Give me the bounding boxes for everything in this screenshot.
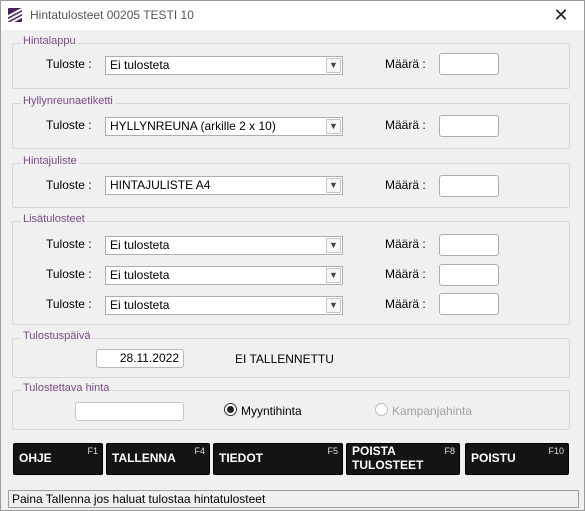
maara-label: Määrä : bbox=[385, 57, 426, 71]
hintalappu-quantity-input[interactable] bbox=[439, 53, 499, 75]
legend-hyllynreunaetiketti: Hyllynreunaetiketti bbox=[21, 95, 115, 107]
hintajuliste-select-value: HINTAJULISTE A4 bbox=[110, 178, 211, 192]
tiedot-button-fkey: F5 bbox=[327, 446, 338, 456]
poista-tulosteet-button-fkey: F8 bbox=[444, 446, 455, 456]
kampanjahinta-label: Kampanjahinta bbox=[392, 404, 473, 418]
hyllynreunaetiketti-select[interactable]: HYLLYNREUNA (arkille 2 x 10) ▼ bbox=[105, 117, 343, 136]
poistu-button-fkey: F10 bbox=[548, 446, 564, 456]
tallenna-button-fkey: F4 bbox=[194, 446, 205, 456]
chevron-down-icon[interactable]: ▼ bbox=[326, 58, 341, 73]
dialog-window: Hintatulosteet 00205 TESTI 10 ✕ Hintalap… bbox=[0, 0, 585, 511]
maara-label: Määrä : bbox=[385, 237, 426, 251]
ohje-button[interactable]: OHJE F1 bbox=[13, 443, 103, 475]
hintalappu-select[interactable]: Ei tulosteta ▼ bbox=[105, 56, 343, 75]
poistu-button[interactable]: POISTU F10 bbox=[465, 443, 569, 475]
tuloste-label: Tuloste : bbox=[46, 237, 92, 251]
myyntihinta-radio[interactable] bbox=[224, 403, 237, 416]
status-bar: Paina Tallenna jos haluat tulostaa hinta… bbox=[8, 490, 579, 508]
tallenna-button-label: TALLENNA bbox=[112, 451, 176, 465]
lisatuloste-select-value: Ei tulosteta bbox=[110, 238, 170, 252]
price-input[interactable] bbox=[75, 402, 184, 421]
lisatuloste-quantity-input-1[interactable] bbox=[439, 234, 499, 256]
poista-line-1: POISTA bbox=[352, 444, 396, 458]
poistu-button-label: POISTU bbox=[471, 451, 516, 465]
poista-line-2: TULOSTEET bbox=[352, 458, 424, 472]
hyllynreunaetiketti-quantity-input[interactable] bbox=[439, 115, 499, 137]
chevron-down-icon[interactable]: ▼ bbox=[326, 178, 341, 193]
maara-label: Määrä : bbox=[385, 178, 426, 192]
chevron-down-icon[interactable]: ▼ bbox=[326, 119, 341, 134]
tuloste-label: Tuloste : bbox=[46, 267, 92, 281]
tuloste-label: Tuloste : bbox=[46, 57, 92, 71]
print-date-input[interactable]: 28.11.2022 bbox=[96, 349, 184, 368]
poista-tulosteet-button[interactable]: POISTA TULOSTEET F8 bbox=[346, 443, 460, 475]
lisatuloste-select-value: Ei tulosteta bbox=[110, 268, 170, 282]
lisatuloste-select-3[interactable]: Ei tulosteta ▼ bbox=[105, 296, 343, 315]
title-bar: Hintatulosteet 00205 TESTI 10 ✕ bbox=[1, 1, 584, 30]
kampanjahinta-radio[interactable] bbox=[375, 403, 388, 416]
maara-label: Määrä : bbox=[385, 267, 426, 281]
chevron-down-icon[interactable]: ▼ bbox=[326, 268, 341, 283]
ohje-button-label: OHJE bbox=[19, 451, 52, 465]
ohje-button-fkey: F1 bbox=[87, 446, 98, 456]
maara-label: Määrä : bbox=[385, 297, 426, 311]
legend-hintajuliste: Hintajuliste bbox=[21, 155, 79, 167]
app-logo-icon bbox=[8, 8, 22, 22]
save-status-text: EI TALLENNETTU bbox=[235, 352, 334, 366]
lisatuloste-select-value: Ei tulosteta bbox=[110, 298, 170, 312]
legend-tulostettava-hinta: Tulostettava hinta bbox=[21, 382, 112, 394]
lisatuloste-select-2[interactable]: Ei tulosteta ▼ bbox=[105, 266, 343, 285]
legend-tulostuspaiva: Tulostuspäivä bbox=[21, 330, 93, 342]
tuloste-label: Tuloste : bbox=[46, 118, 92, 132]
chevron-down-icon[interactable]: ▼ bbox=[326, 298, 341, 313]
tuloste-label: Tuloste : bbox=[46, 178, 92, 192]
lisatuloste-quantity-input-2[interactable] bbox=[439, 264, 499, 286]
window-title: Hintatulosteet 00205 TESTI 10 bbox=[30, 8, 194, 22]
legend-lisatulosteet: Lisätulosteet bbox=[21, 213, 87, 225]
maara-label: Määrä : bbox=[385, 118, 426, 132]
tuloste-label: Tuloste : bbox=[46, 297, 92, 311]
tallenna-button[interactable]: TALLENNA F4 bbox=[106, 443, 210, 475]
lisatuloste-quantity-input-3[interactable] bbox=[439, 293, 499, 315]
legend-hintalappu: Hintalappu bbox=[21, 35, 78, 47]
hyllynreunaetiketti-select-value: HYLLYNREUNA (arkille 2 x 10) bbox=[110, 119, 276, 133]
hintajuliste-select[interactable]: HINTAJULISTE A4 ▼ bbox=[105, 176, 343, 195]
lisatuloste-select-1[interactable]: Ei tulosteta ▼ bbox=[105, 236, 343, 255]
hintalappu-select-value: Ei tulosteta bbox=[110, 58, 170, 72]
tiedot-button-label: TIEDOT bbox=[219, 451, 263, 465]
poista-tulosteet-button-label: POISTA TULOSTEET bbox=[352, 444, 423, 472]
close-icon[interactable]: ✕ bbox=[538, 1, 584, 30]
chevron-down-icon[interactable]: ▼ bbox=[326, 238, 341, 253]
myyntihinta-label: Myyntihinta bbox=[241, 404, 302, 418]
hintajuliste-quantity-input[interactable] bbox=[439, 175, 499, 197]
tiedot-button[interactable]: TIEDOT F5 bbox=[213, 443, 343, 475]
